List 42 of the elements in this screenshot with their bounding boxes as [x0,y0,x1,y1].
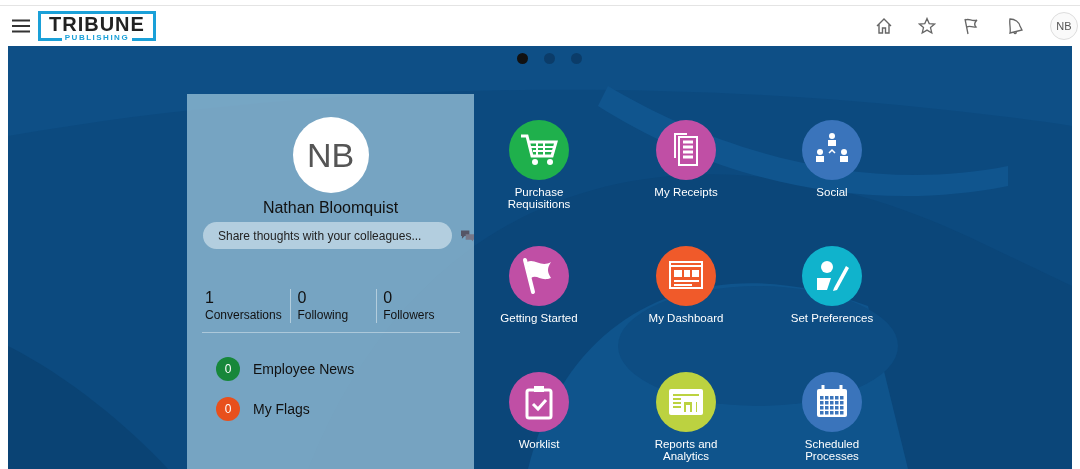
logo: TRIBUNE PUBLISHING [38,11,156,41]
chat-icon[interactable] [460,229,474,242]
report-chart-icon [669,389,703,415]
dashboard-icon [669,261,703,289]
flag-icon[interactable] [962,17,980,35]
count-badge: 0 [216,397,240,421]
stat-label[interactable]: Followers [383,307,462,323]
carousel-dot[interactable] [516,53,528,64]
stat-label[interactable]: Conversations [205,307,291,323]
app-tile[interactable]: My Receipts [604,120,768,246]
count-badge: 0 [216,357,240,381]
stat-label[interactable]: Following [297,307,377,323]
clipboard-check-icon [525,386,553,420]
home-icon[interactable] [875,17,893,35]
feed-link[interactable]: My Flags [253,401,310,417]
app-tile[interactable]: Set Preferences [768,246,896,372]
app-tile[interactable]: Getting Started [474,246,604,372]
carousel-dot[interactable] [543,53,555,64]
star-icon[interactable] [918,17,936,35]
menu-icon[interactable] [12,19,30,33]
app-tile[interactable]: Reports and Analytics [604,372,768,469]
app-tile[interactable]: Scheduled Processes [768,372,896,469]
flag-icon [523,258,551,294]
stat-count: 0 [297,289,308,307]
share-field[interactable]: Share thoughts with your colleagues... [203,222,452,249]
app-tile[interactable]: Purchase Requisitions [474,120,604,246]
stat-count: 0 [383,289,394,307]
bell-icon[interactable] [1006,17,1024,35]
calendar-icon [817,383,847,417]
carousel-dot[interactable] [570,53,582,64]
feed-link[interactable]: Employee News [253,361,355,377]
app-tile[interactable]: Social [768,120,896,246]
stat-count: 1 [205,289,215,307]
cart-icon [521,134,558,165]
app-tile[interactable]: My Dashboard [604,246,768,372]
profile-avatar: NB [292,117,369,193]
person-pencil-icon [817,261,849,291]
user-name: Nathan Bloomquist [262,199,399,217]
user-avatar[interactable]: NB [1050,12,1078,40]
people-icon [816,133,848,162]
app-tile[interactable]: Worklist [474,372,604,469]
documents-icon [674,133,698,166]
